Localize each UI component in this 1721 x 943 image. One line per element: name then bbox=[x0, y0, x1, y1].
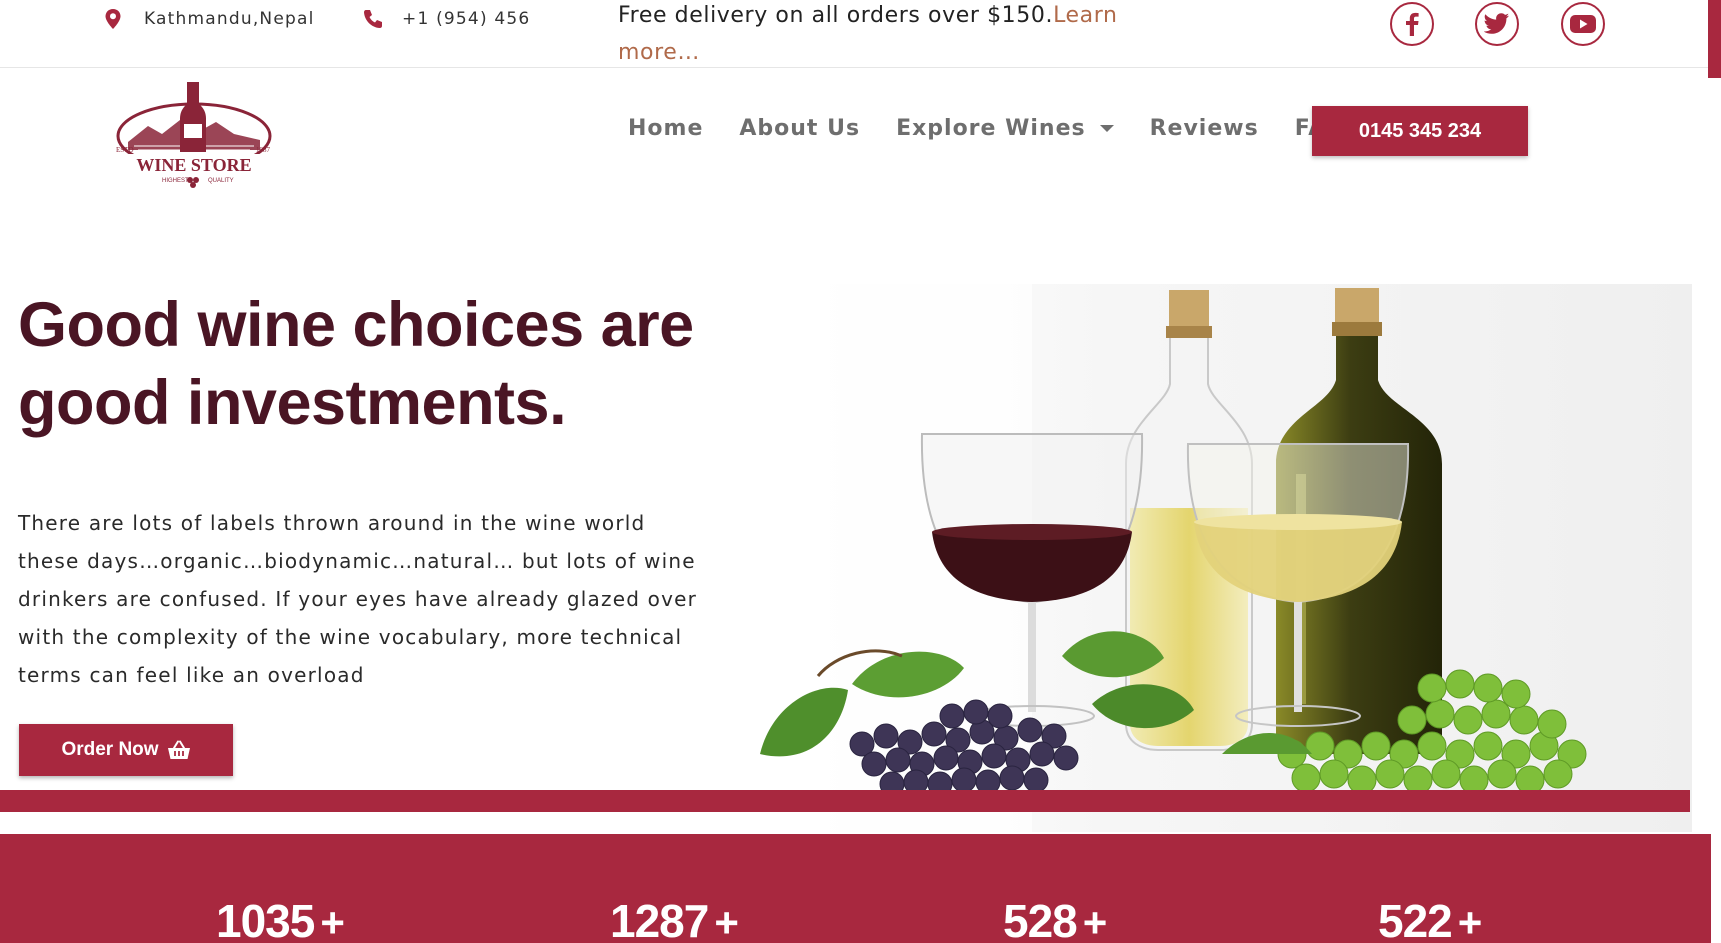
stat-suffix: + bbox=[1457, 899, 1483, 943]
nav-explore-wines[interactable]: Explore Wines bbox=[896, 116, 1114, 141]
twitter-link[interactable] bbox=[1475, 2, 1519, 46]
hero-description: There are lots of labels thrown around i… bbox=[18, 511, 698, 687]
page-edge-accent bbox=[1708, 0, 1721, 78]
location-text: Kathmandu,Nepal bbox=[144, 9, 315, 29]
stat-suffix: + bbox=[1082, 899, 1108, 943]
main-nav: Home About Us Explore Wines Reviews FAQ bbox=[628, 116, 1382, 141]
stat-value: 1287 bbox=[610, 895, 709, 943]
stats-section: 1035 + 1287 + 528 + 522 + bbox=[0, 834, 1711, 943]
hero-title: Good wine choices are good investments. bbox=[18, 290, 694, 438]
basket-icon bbox=[167, 740, 190, 759]
stat-value: 522 bbox=[1378, 895, 1453, 943]
logo-tagline-right: QUALITY bbox=[208, 178, 234, 184]
hero-divider-band bbox=[0, 790, 1690, 812]
nav-home[interactable]: Home bbox=[628, 116, 703, 141]
promo-text: Free delivery on all orders over $150. bbox=[618, 3, 1054, 28]
stat-value: 528 bbox=[1003, 895, 1078, 943]
stat-counter: 522 + bbox=[1378, 894, 1483, 943]
top-bar: Kathmandu,Nepal +1 (954) 456 Free delive… bbox=[0, 0, 1721, 68]
logo-name: WINE STORE bbox=[136, 155, 251, 175]
twitter-icon bbox=[1484, 13, 1509, 34]
wine-store-logo[interactable]: WINE STORE ESTD 1987 HIGHEST QUALITY bbox=[104, 80, 284, 190]
stat-value: 1035 bbox=[216, 895, 315, 943]
order-now-label: Order Now bbox=[61, 739, 159, 760]
chevron-down-icon bbox=[1099, 125, 1114, 132]
nav-explore-wines-label: Explore Wines bbox=[896, 116, 1086, 141]
logo-tagline-left: HIGHEST bbox=[162, 178, 189, 184]
phone-text: +1 (954) 456 bbox=[402, 9, 531, 29]
wine-bottles-image bbox=[732, 284, 1692, 832]
promo-banner: Free delivery on all orders over $150.Le… bbox=[618, 0, 1178, 71]
phone-info[interactable]: +1 (954) 456 bbox=[362, 8, 530, 30]
stat-suffix: + bbox=[320, 899, 345, 943]
facebook-link[interactable] bbox=[1390, 2, 1434, 46]
facebook-icon bbox=[1406, 12, 1419, 36]
nav-reviews[interactable]: Reviews bbox=[1150, 116, 1259, 141]
location-info: Kathmandu,Nepal bbox=[104, 8, 315, 30]
logo-estd: ESTD bbox=[116, 146, 134, 154]
order-now-button[interactable]: Order Now bbox=[19, 724, 233, 776]
logo-year: 1987 bbox=[256, 146, 271, 154]
stat-counter: 1035 + bbox=[216, 894, 345, 943]
phone-cta-button[interactable]: 0145 345 234 bbox=[1312, 106, 1528, 156]
stat-suffix: + bbox=[714, 899, 739, 943]
map-pin-icon bbox=[105, 9, 121, 29]
logo-emblem: WINE STORE ESTD 1987 HIGHEST QUALITY bbox=[106, 82, 282, 188]
nav-about-us[interactable]: About Us bbox=[739, 116, 860, 141]
phone-icon bbox=[364, 10, 382, 28]
stat-counter: 528 + bbox=[1003, 894, 1108, 943]
youtube-link[interactable] bbox=[1561, 2, 1605, 46]
stat-counter: 1287 + bbox=[610, 894, 739, 943]
youtube-icon bbox=[1570, 15, 1596, 33]
